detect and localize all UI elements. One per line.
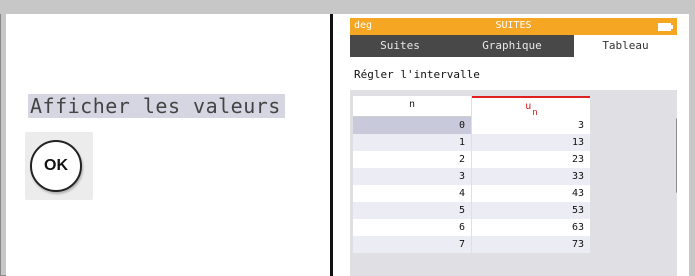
- cell-n[interactable]: 6: [353, 219, 471, 236]
- table-row[interactable]: 3 33: [353, 168, 590, 185]
- tab-suites[interactable]: Suites: [350, 35, 450, 57]
- table-row[interactable]: 2 23: [353, 151, 590, 168]
- right-edge: [689, 14, 695, 276]
- cell-un[interactable]: 3: [472, 117, 590, 134]
- table-row[interactable]: 6 63: [353, 219, 590, 236]
- cell-un[interactable]: 73: [472, 236, 590, 253]
- column-header-n-label: n: [408, 99, 416, 110]
- table-scrollbar[interactable]: [676, 118, 677, 193]
- ok-button[interactable]: OK: [30, 140, 82, 192]
- column-header-un[interactable]: un: [472, 96, 590, 119]
- cell-un[interactable]: 23: [472, 151, 590, 168]
- ok-key-tile: OK: [25, 132, 93, 200]
- cell-n[interactable]: 0: [353, 117, 471, 134]
- cell-n[interactable]: 3: [353, 168, 471, 185]
- cell-un[interactable]: 53: [472, 202, 590, 219]
- cell-n[interactable]: 5: [353, 202, 471, 219]
- table-row[interactable]: 5 53: [353, 202, 590, 219]
- cell-un[interactable]: 43: [472, 185, 590, 202]
- column-header-n: n: [353, 96, 471, 117]
- tab-bar: Suites Graphique Tableau: [350, 35, 677, 57]
- cell-n[interactable]: 4: [353, 185, 471, 202]
- instruction-text: Afficher les valeurs: [28, 94, 285, 118]
- table-row[interactable]: 1 13: [353, 134, 590, 151]
- calculator-screen: deg SUITES Suites Graphique Tableau Régl…: [350, 18, 677, 276]
- cell-un[interactable]: 13: [472, 134, 590, 151]
- table-row[interactable]: 7 73: [353, 236, 590, 253]
- column-header-un-label: un: [525, 101, 538, 118]
- table-row[interactable]: 4 43: [353, 185, 590, 202]
- cell-un[interactable]: 33: [472, 168, 590, 185]
- cell-n[interactable]: 1: [353, 134, 471, 151]
- top-band: [0, 0, 695, 14]
- cell-n[interactable]: 2: [353, 151, 471, 168]
- tab-graphique[interactable]: Graphique: [450, 35, 574, 57]
- status-bar: deg SUITES: [350, 18, 677, 35]
- app-title: SUITES: [495, 20, 532, 31]
- battery-icon: [658, 23, 673, 31]
- cell-un[interactable]: 63: [472, 219, 590, 236]
- tab-tableau[interactable]: Tableau: [574, 35, 677, 57]
- table-row[interactable]: 0 3: [353, 117, 590, 134]
- cell-n[interactable]: 7: [353, 236, 471, 253]
- interval-setting[interactable]: Régler l'intervalle: [354, 68, 480, 81]
